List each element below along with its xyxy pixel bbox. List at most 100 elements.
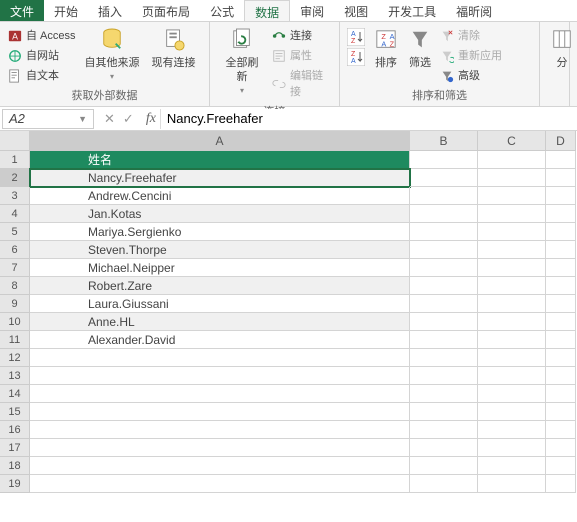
tab-review[interactable]: 审阅 xyxy=(290,0,334,21)
cell[interactable] xyxy=(478,295,546,313)
chevron-down-icon[interactable]: ▼ xyxy=(78,114,87,124)
cell[interactable] xyxy=(478,205,546,223)
cell[interactable] xyxy=(478,403,546,421)
cell[interactable] xyxy=(30,439,410,457)
cell[interactable] xyxy=(478,223,546,241)
cell[interactable] xyxy=(546,277,576,295)
cell[interactable]: Andrew.Cencini xyxy=(30,187,410,205)
cell[interactable] xyxy=(546,349,576,367)
row-header[interactable]: 8 xyxy=(0,277,30,295)
tab-insert[interactable]: 插入 xyxy=(88,0,132,21)
tab-foxit[interactable]: 福昕阅 xyxy=(446,0,502,21)
row-header[interactable]: 5 xyxy=(0,223,30,241)
col-header-A[interactable]: A xyxy=(30,131,410,151)
cell[interactable] xyxy=(410,421,478,439)
cell[interactable] xyxy=(410,151,478,169)
cell[interactable] xyxy=(410,475,478,493)
row-header[interactable]: 14 xyxy=(0,385,30,403)
cell[interactable] xyxy=(410,349,478,367)
properties-button[interactable]: 属性 xyxy=(269,46,334,66)
cell[interactable] xyxy=(30,367,410,385)
from-access-button[interactable]: A 自 Access xyxy=(5,26,79,46)
cell[interactable] xyxy=(546,223,576,241)
cell[interactable] xyxy=(546,151,576,169)
cell[interactable] xyxy=(410,457,478,475)
cell[interactable] xyxy=(478,421,546,439)
cell[interactable] xyxy=(410,259,478,277)
tab-home[interactable]: 开始 xyxy=(44,0,88,21)
cell[interactable] xyxy=(478,259,546,277)
cell[interactable] xyxy=(410,331,478,349)
tab-formula[interactable]: 公式 xyxy=(200,0,244,21)
row-header[interactable]: 2 xyxy=(0,169,30,187)
cell[interactable] xyxy=(478,241,546,259)
sort-desc-icon[interactable]: ZA xyxy=(347,48,365,66)
cell[interactable] xyxy=(478,169,546,187)
accept-formula-icon[interactable]: ✓ xyxy=(123,111,134,127)
cell[interactable] xyxy=(410,367,478,385)
cell[interactable] xyxy=(410,385,478,403)
cancel-formula-icon[interactable]: ✕ xyxy=(104,111,115,127)
name-box[interactable]: A2 ▼ xyxy=(2,109,94,129)
cell[interactable] xyxy=(546,259,576,277)
cell[interactable] xyxy=(478,187,546,205)
cell[interactable] xyxy=(546,295,576,313)
cell[interactable] xyxy=(410,403,478,421)
cell[interactable] xyxy=(546,385,576,403)
fx-icon[interactable]: fx xyxy=(142,111,160,127)
select-all-corner[interactable] xyxy=(0,131,30,151)
edit-links-button[interactable]: 编辑链接 xyxy=(269,66,334,102)
col-header-C[interactable]: C xyxy=(478,131,546,151)
clear-filter-button[interactable]: 清除 xyxy=(437,26,505,46)
col-header-D[interactable]: D xyxy=(546,131,576,151)
cell[interactable]: Robert.Zare xyxy=(30,277,410,295)
cell[interactable]: Nancy.Freehafer xyxy=(30,169,410,187)
existing-connections-button[interactable]: 现有连接 xyxy=(146,24,202,72)
cell[interactable]: Jan.Kotas xyxy=(30,205,410,223)
cell[interactable] xyxy=(546,475,576,493)
from-other-sources-button[interactable]: 自其他来源 ▾ xyxy=(79,24,146,86)
cell[interactable] xyxy=(30,421,410,439)
cell[interactable] xyxy=(478,277,546,295)
row-header[interactable]: 6 xyxy=(0,241,30,259)
cell[interactable] xyxy=(478,385,546,403)
cell[interactable] xyxy=(546,457,576,475)
cell[interactable] xyxy=(478,151,546,169)
text-to-columns-button[interactable]: 分 xyxy=(545,24,577,72)
row-header[interactable]: 9 xyxy=(0,295,30,313)
cell[interactable] xyxy=(30,457,410,475)
row-header[interactable]: 11 xyxy=(0,331,30,349)
from-text-button[interactable]: 自文本 xyxy=(5,66,79,86)
row-header[interactable]: 17 xyxy=(0,439,30,457)
row-header[interactable]: 7 xyxy=(0,259,30,277)
advanced-filter-button[interactable]: 高级 xyxy=(437,66,505,86)
tab-file[interactable]: 文件 xyxy=(0,0,44,21)
cell[interactable] xyxy=(546,313,576,331)
cell[interactable]: Anne.HL xyxy=(30,313,410,331)
filter-button[interactable]: 筛选 xyxy=(403,24,437,72)
from-web-button[interactable]: 自网站 xyxy=(5,46,79,66)
row-header[interactable]: 18 xyxy=(0,457,30,475)
reapply-button[interactable]: 重新应用 xyxy=(437,46,505,66)
cell[interactable] xyxy=(546,367,576,385)
row-header[interactable]: 1 xyxy=(0,151,30,169)
row-header[interactable]: 19 xyxy=(0,475,30,493)
col-header-B[interactable]: B xyxy=(410,131,478,151)
tab-page-layout[interactable]: 页面布局 xyxy=(132,0,200,21)
cell[interactable]: Mariya.Sergienko xyxy=(30,223,410,241)
cell[interactable] xyxy=(30,385,410,403)
row-header[interactable]: 16 xyxy=(0,421,30,439)
row-header[interactable]: 15 xyxy=(0,403,30,421)
cell[interactable]: Steven.Thorpe xyxy=(30,241,410,259)
tab-view[interactable]: 视图 xyxy=(334,0,378,21)
tab-data[interactable]: 数据 xyxy=(244,0,290,21)
cell[interactable]: Laura.Giussani xyxy=(30,295,410,313)
cell[interactable]: Michael.Neipper xyxy=(30,259,410,277)
cell[interactable] xyxy=(478,367,546,385)
cell[interactable] xyxy=(410,241,478,259)
formula-input[interactable] xyxy=(160,109,577,129)
cell[interactable] xyxy=(546,169,576,187)
cell[interactable] xyxy=(410,439,478,457)
cell[interactable]: Alexander.David xyxy=(30,331,410,349)
cell[interactable] xyxy=(410,295,478,313)
